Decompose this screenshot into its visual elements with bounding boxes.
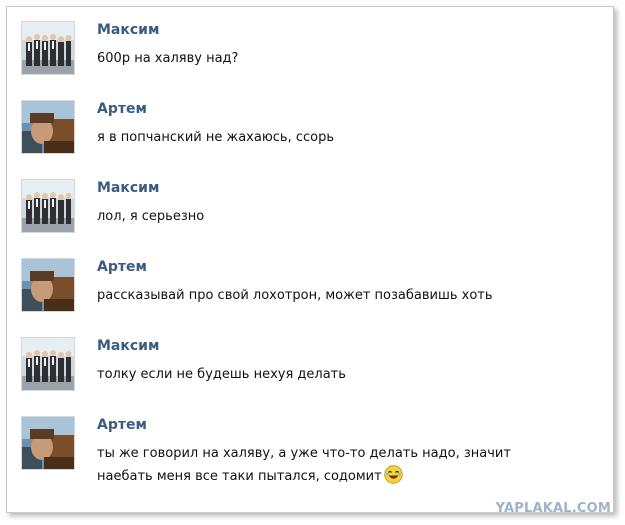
message-author[interactable]: Максим <box>97 22 159 38</box>
group-photo-avatar[interactable] <box>21 21 75 75</box>
group-photo-avatar[interactable] <box>21 337 75 391</box>
message-author[interactable]: Артем <box>97 417 147 433</box>
message-text-line: ты же говорил на халяву, а уже что-то де… <box>97 446 511 461</box>
portrait-avatar[interactable] <box>21 416 75 470</box>
message-text: лол, я серьезно <box>97 209 205 224</box>
message-text-line-with-emoji: наебать меня все таки пытался, содомит <box>97 465 597 488</box>
message-text-line: наебать меня все таки пытался, содомит <box>97 469 382 484</box>
message-text: ты же говорил на халяву, а уже что-то де… <box>97 443 597 488</box>
watermark: YAPLAKAL.COM <box>495 501 611 516</box>
message-text: 600р на халяву над? <box>97 51 239 66</box>
message-author[interactable]: Артем <box>97 101 147 117</box>
message-text: толку если не будешь нехуя делать <box>97 367 346 382</box>
portrait-avatar[interactable] <box>21 258 75 312</box>
portrait-avatar[interactable] <box>21 100 75 154</box>
message-author[interactable]: Максим <box>97 338 159 354</box>
message-text: я в попчанский не жахаюсь, ссорь <box>97 130 335 145</box>
message-text: рассказывай про свой лохотрон, может поз… <box>97 288 493 303</box>
message-author[interactable]: Артем <box>97 259 147 275</box>
group-photo-avatar[interactable] <box>21 179 75 233</box>
chat-screenshot-frame: Максим 600р на халяву над? Артем я в поп… <box>6 6 614 513</box>
laughing-smiley-icon <box>384 465 403 484</box>
message-author[interactable]: Максим <box>97 180 159 196</box>
